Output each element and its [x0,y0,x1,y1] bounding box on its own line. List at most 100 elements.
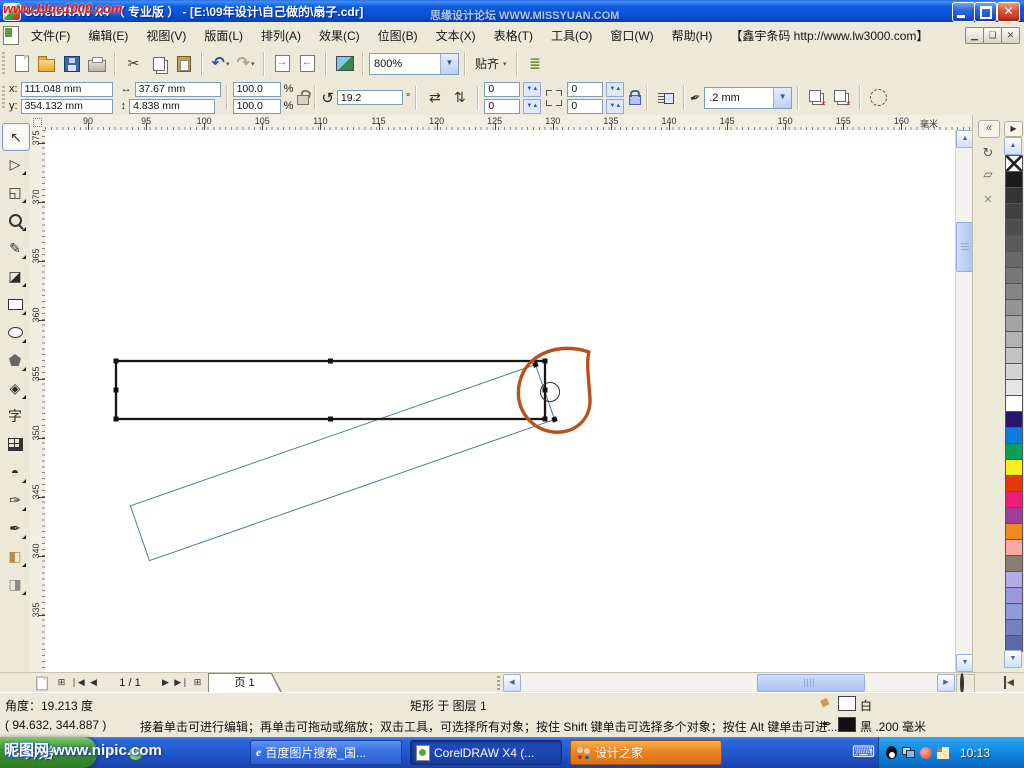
x-position-input[interactable]: 111.048 mm [21,82,113,97]
palette-swatch-18[interactable] [1005,443,1023,460]
spinner-icon[interactable]: ▼▲ [606,99,624,114]
rotation-angle-input[interactable]: 19.2 [337,90,403,105]
network-tray-icon[interactable] [902,747,915,758]
menu-item-3[interactable]: 版面(L) [195,22,252,47]
page-navigator-icon[interactable] [34,675,49,690]
quick-zoom-button[interactable] [956,674,975,693]
print-button[interactable] [84,51,109,76]
palette-start-icon[interactable]: ◀ [1004,676,1014,689]
drawing-canvas[interactable] [45,130,955,672]
outline-pen-tool[interactable]: ✒ [2,515,28,541]
snap-to-button[interactable]: 贴齐 ▾ [471,52,511,75]
add-page-end-button[interactable]: ⊞ [190,675,205,690]
blend-tool[interactable]: ◓ [2,459,28,485]
paste-button[interactable] [171,51,196,76]
previous-page-button[interactable]: ◀ [86,675,101,690]
spinner-icon[interactable]: ▼▲ [523,82,541,97]
toolbar-drag-handle[interactable] [2,52,5,76]
text-tool[interactable]: 字 [2,403,28,429]
corner-radius-lock-icon[interactable] [629,95,641,105]
scroll-right-button[interactable]: ▶ [937,674,955,692]
open-button[interactable] [34,51,59,76]
horizontal-ruler[interactable]: 毫米 9095100105110115120125130135140145150… [45,115,978,131]
zoom-dropdown-icon[interactable]: ▼ [440,54,458,74]
menu-item-4[interactable]: 排列(A) [252,22,310,47]
menu-item-7[interactable]: 文本(X) [427,22,485,47]
docker-close-icon[interactable]: ✕ [978,193,998,209]
spinner-icon[interactable]: ▼▲ [523,99,541,114]
fill-tool[interactable]: ◧ [2,543,28,569]
palette-swatch-13[interactable] [1005,363,1023,380]
palette-swatch-26[interactable] [1005,571,1023,588]
menu-item-12[interactable]: 【鑫宇条码 http://www.lw3000.com】 [721,22,937,47]
new-button[interactable] [9,51,34,76]
first-page-button[interactable]: ❘◀ [70,675,85,690]
application-launcher-button[interactable] [332,51,357,76]
task-coreldraw[interactable]: CorelDRAW X4 (... [410,740,562,765]
redo-dropdown-icon[interactable]: ▾ [251,60,255,68]
menu-item-11[interactable]: 帮助(H) [663,22,722,47]
horizontal-scroll-thumb[interactable] [757,674,865,692]
text-wrap-button[interactable] [653,85,678,110]
menu-item-6[interactable]: 位图(B) [369,22,427,47]
undo-dropdown-icon[interactable]: ▾ [226,60,230,68]
palette-swatch-3[interactable] [1005,203,1023,220]
palette-flyout-button[interactable]: ▶ [1004,121,1023,137]
scale-h-input[interactable]: 100.0 [233,82,281,97]
ime-tray-icon[interactable] [937,747,949,759]
save-button[interactable] [59,51,84,76]
palette-scroll-down-button[interactable]: ▼ [1004,650,1022,668]
corner-radius-br-input[interactable]: 0 [567,99,603,114]
import-button[interactable]: → [270,51,295,76]
eyedropper-tool[interactable]: ✑ [2,487,28,513]
rectangle-tool[interactable] [2,291,28,317]
ellipse-tool[interactable] [2,319,28,345]
menu-item-0[interactable]: 文件(F) [22,22,79,47]
undo-button[interactable]: ↶▾ [208,51,233,76]
navigator-splitter[interactable] [497,676,500,690]
to-back-button[interactable] [829,85,854,110]
palette-swatch-1[interactable] [1005,171,1023,188]
input-method-keyboard-icon[interactable]: ⌨ [852,742,875,762]
basic-shapes-tool[interactable]: ◈ [2,375,28,401]
vertical-scrollbar[interactable]: ▲ ▼ [955,130,973,672]
shape-tool[interactable]: ▷ [2,151,28,177]
palette-swatch-2[interactable] [1005,187,1023,204]
palette-swatch-4[interactable] [1005,219,1023,236]
horizontal-scrollbar[interactable]: ◀ ▶ [503,674,955,691]
palette-swatch-9[interactable] [1005,299,1023,316]
palette-swatch-12[interactable] [1005,347,1023,364]
mirror-horizontal-button[interactable]: ⇄ [422,85,447,110]
smart-fill-tool[interactable]: ◪ [2,263,28,289]
outline-width-combo[interactable]: .2 mm ▼ [704,87,792,109]
palette-swatch-5[interactable] [1005,235,1023,252]
zoom-tool[interactable] [2,207,28,233]
task-shejizhijia[interactable]: 设计之家 [570,740,722,765]
transform-rotate-docker-icon[interactable]: ↻ [978,145,998,161]
menu-item-10[interactable]: 窗口(W) [601,22,662,47]
palette-swatch-15[interactable] [1005,395,1023,412]
palette-swatch-28[interactable] [1005,603,1023,620]
doc-close-button[interactable]: ✕ [1001,27,1020,44]
zoom-level-combo[interactable]: 800% ▼ [369,53,459,75]
add-page-start-button[interactable]: ⊞ [54,675,69,690]
minimize-button[interactable] [952,2,975,22]
property-bar-drag-handle[interactable] [2,86,5,110]
menu-item-5[interactable]: 效果(C) [310,22,369,47]
menu-item-8[interactable]: 表格(T) [485,22,542,47]
corner-radius-bl-input[interactable]: 0 [484,99,520,114]
palette-swatch-24[interactable] [1005,539,1023,556]
export-button[interactable]: ← [295,51,320,76]
object-height-input[interactable]: 4.838 mm [129,99,215,114]
palette-scroll-up-button[interactable]: ▲ [1004,137,1022,155]
convert-to-curves-button[interactable] [866,85,891,110]
corner-radius-tr-input[interactable]: 0 [567,82,603,97]
copy-button[interactable] [146,51,171,76]
redo-button[interactable]: ↷▾ [233,51,258,76]
antivirus-tray-icon[interactable] [920,747,932,759]
menu-item-1[interactable]: 编辑(E) [79,22,137,47]
table-tool[interactable] [2,431,28,457]
corner-radius-tl-input[interactable]: 0 [484,82,520,97]
spinner-icon[interactable]: ▼▲ [606,82,624,97]
palette-swatch-20[interactable] [1005,475,1023,492]
